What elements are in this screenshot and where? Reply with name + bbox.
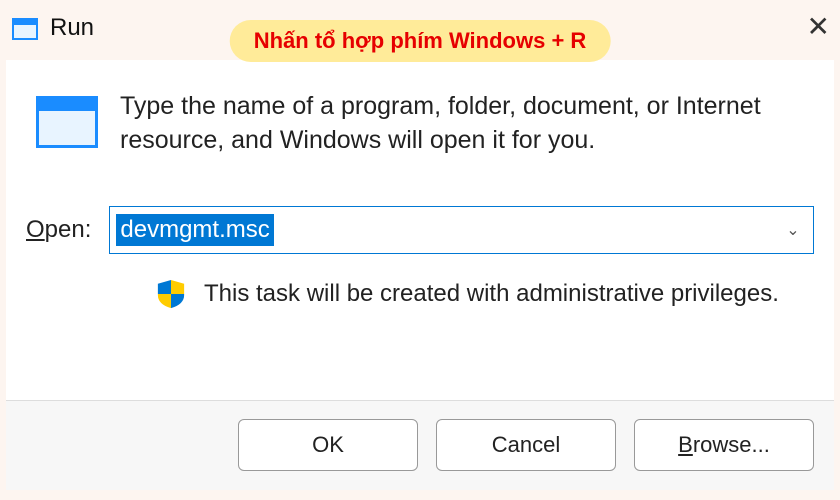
open-combobox[interactable]: devmgmt.msc ⌄ <box>109 206 814 254</box>
chevron-down-icon[interactable]: ⌄ <box>773 220 813 240</box>
cancel-button[interactable]: Cancel <box>436 419 616 471</box>
dialog-body: Type the name of a program, folder, docu… <box>6 60 834 490</box>
run-icon <box>12 18 38 40</box>
open-input-value[interactable]: devmgmt.msc <box>116 214 273 246</box>
browse-button[interactable]: Browse... <box>634 419 814 471</box>
open-label-mnemonic: O <box>26 216 45 243</box>
browse-button-rest: rowse... <box>693 432 770 458</box>
ok-button[interactable]: OK <box>238 419 418 471</box>
browse-button-mnemonic: B <box>678 432 693 458</box>
description-text: Type the name of a program, folder, docu… <box>120 90 804 158</box>
window-title: Run <box>50 14 94 42</box>
button-row: OK Cancel Browse... <box>6 400 834 490</box>
description-row: Type the name of a program, folder, docu… <box>26 90 814 158</box>
open-row: Open: devmgmt.msc ⌄ <box>26 206 814 254</box>
open-label-rest: pen: <box>45 216 92 243</box>
admin-privileges-text: This task will be created with administr… <box>204 280 779 308</box>
open-label: Open: <box>26 216 91 244</box>
admin-privileges-row: This task will be created with administr… <box>26 278 814 310</box>
shield-icon <box>156 278 186 310</box>
close-icon[interactable]: ✕ <box>800 10 830 43</box>
annotation-tooltip: Nhấn tổ hợp phím Windows + R <box>230 20 611 62</box>
run-icon-large <box>36 96 98 148</box>
